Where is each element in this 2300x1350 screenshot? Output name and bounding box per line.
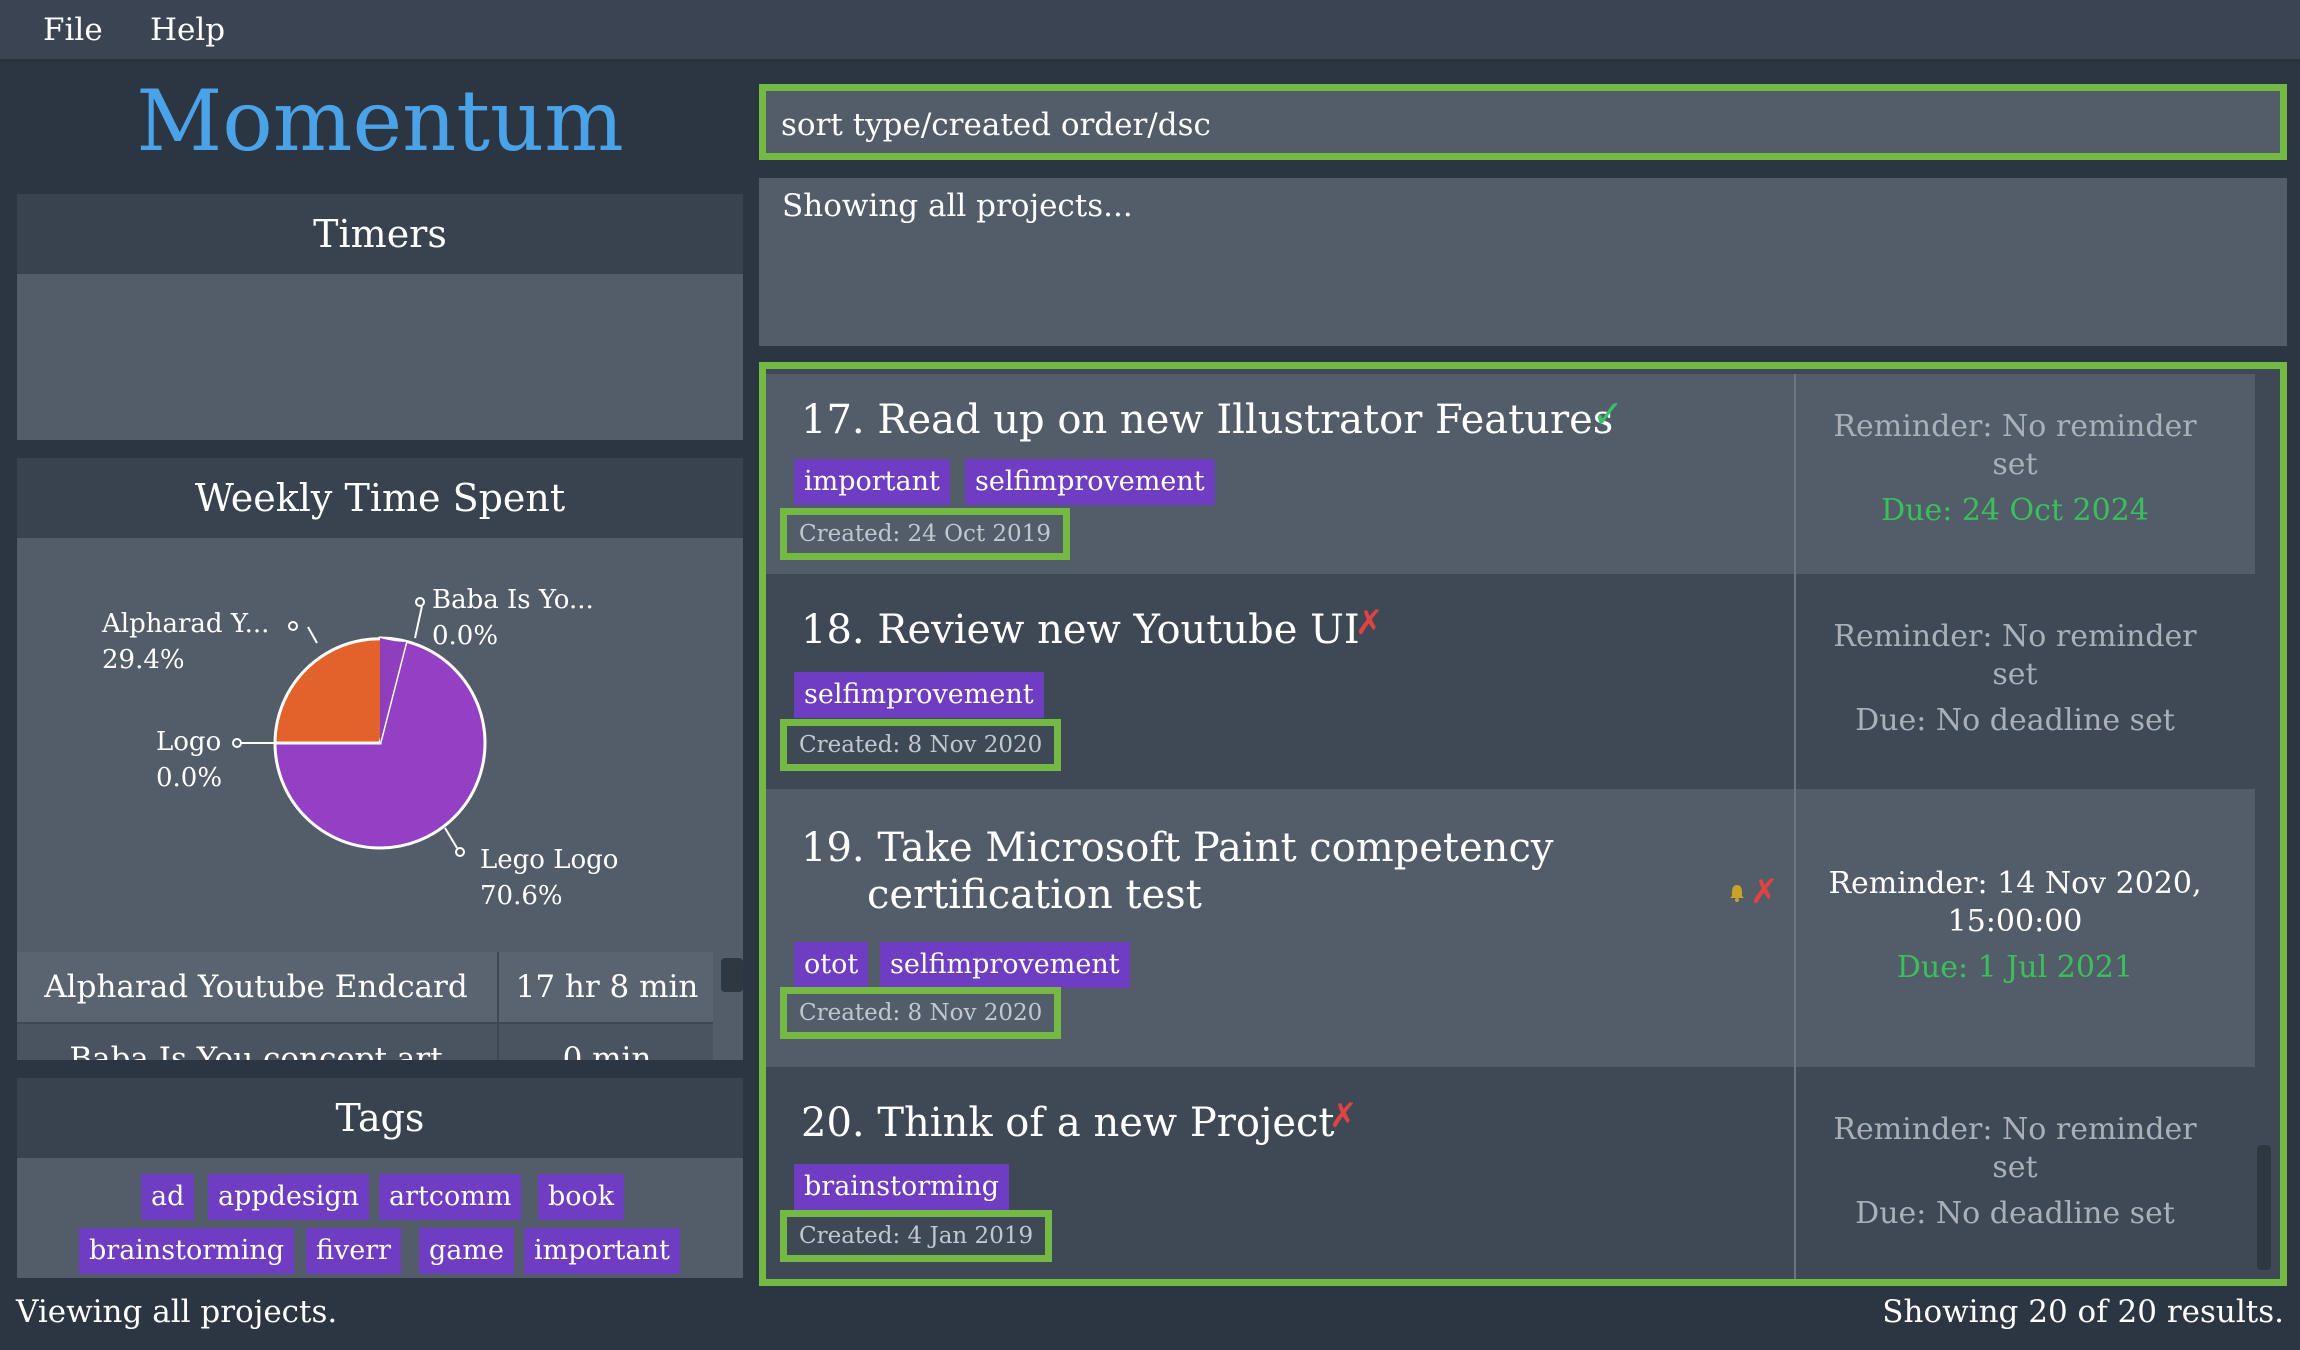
project-card[interactable]: 20. Think of a new Project ✗ brainstormi… bbox=[766, 1067, 2262, 1279]
table-cell-time: 0 min bbox=[497, 1024, 715, 1060]
result-display: Showing all projects... bbox=[759, 178, 2287, 346]
pie-label-alpharad: Alpharad Y... 29.4% bbox=[102, 606, 269, 678]
tag-important[interactable]: important bbox=[524, 1228, 680, 1274]
reminder-text-cont: 15:00:00 bbox=[1947, 904, 2083, 939]
project-tag[interactable]: important bbox=[794, 459, 950, 505]
project-title: 19. Take Microsoft Paint competency bbox=[801, 825, 1554, 871]
tags-panel: ad appdesign artcomm book brainstorming … bbox=[17, 1158, 743, 1278]
reminder-text-cont: set bbox=[1992, 657, 2038, 692]
reminder-text: Reminder: No reminder bbox=[1833, 409, 2197, 444]
tag-ad[interactable]: ad bbox=[141, 1174, 195, 1220]
project-list-scrollbar[interactable] bbox=[2255, 374, 2273, 1274]
due-date: Due: No deadline set bbox=[1855, 1196, 2175, 1231]
due-date: Due: 1 Jul 2021 bbox=[1896, 950, 2134, 985]
weekly-pie-chart bbox=[232, 597, 487, 857]
table-cell-project: Alpharad Youtube Endcard bbox=[44, 969, 468, 1005]
command-input[interactable]: sort type/created order/dsc bbox=[759, 84, 2287, 160]
tag-brainstorming[interactable]: brainstorming bbox=[79, 1228, 295, 1274]
project-title: 20. Think of a new Project bbox=[801, 1100, 1335, 1146]
due-date: Due: 24 Oct 2024 bbox=[1881, 493, 2149, 528]
incomplete-cross-icon: ✗ bbox=[1355, 603, 1384, 643]
project-list[interactable]: 17. Read up on new Illustrator Features … bbox=[759, 362, 2287, 1286]
tag-appdesign[interactable]: appdesign bbox=[208, 1174, 370, 1220]
table-row[interactable]: Baba Is You concept art 0 min bbox=[17, 1024, 713, 1060]
pie-label-lego-logo: Lego Logo 70.6% bbox=[480, 842, 618, 914]
reminder-text: Reminder: No reminder bbox=[1833, 1112, 2197, 1147]
reminder-text-cont: set bbox=[1992, 1150, 2038, 1185]
created-date: Created: 8 Nov 2020 bbox=[780, 987, 1062, 1039]
pie-label-baba: Baba Is Yo... 0.0% bbox=[432, 582, 594, 654]
reminder-text: Reminder: 14 Nov 2020, bbox=[1828, 866, 2202, 901]
timers-panel bbox=[17, 274, 743, 440]
project-deadline-panel: Reminder: No reminder set Due: 24 Oct 20… bbox=[1794, 374, 2234, 574]
completed-check-icon: ✓ bbox=[1592, 392, 1624, 436]
pie-label-logo: Logo 0.0% bbox=[156, 724, 222, 796]
menu-file[interactable]: File bbox=[43, 12, 103, 48]
table-cell-time: 17 hr 8 min bbox=[497, 952, 715, 1022]
incomplete-cross-icon: ✗ bbox=[1329, 1096, 1358, 1136]
bell-icon bbox=[1730, 885, 1744, 902]
table-scrollbar-thumb[interactable] bbox=[721, 958, 743, 992]
created-date: Created: 4 Jan 2019 bbox=[780, 1210, 1053, 1262]
status-text-left: Viewing all projects. bbox=[16, 1294, 338, 1330]
tag-artcomm[interactable]: artcomm bbox=[379, 1174, 522, 1220]
project-tag[interactable]: selfimprovement bbox=[794, 672, 1044, 718]
pie-label-alpharad-name: Alpharad Y... bbox=[102, 609, 270, 639]
created-date: Created: 24 Oct 2019 bbox=[780, 508, 1070, 560]
weekly-chart-area: Alpharad Y... 29.4% Baba Is Yo... 0.0% L… bbox=[17, 538, 743, 952]
tag-game[interactable]: game bbox=[419, 1228, 514, 1274]
table-scrollbar[interactable] bbox=[713, 952, 743, 1060]
table-cell-project: Baba Is You concept art bbox=[69, 1041, 443, 1060]
project-tag[interactable]: brainstorming bbox=[794, 1164, 1010, 1210]
project-title: 18. Review new Youtube UI bbox=[801, 607, 1360, 653]
weekly-header: Weekly Time Spent bbox=[17, 458, 743, 538]
project-title-cont: certification test bbox=[867, 872, 1202, 918]
weekly-time-table[interactable]: Alpharad Youtube Endcard 17 hr 8 min Bab… bbox=[17, 952, 743, 1060]
project-title: 17. Read up on new Illustrator Features bbox=[801, 397, 1614, 443]
project-card[interactable]: 17. Read up on new Illustrator Features … bbox=[766, 374, 2262, 574]
pie-label-logo-name: Logo bbox=[156, 727, 222, 757]
table-row[interactable]: Alpharad Youtube Endcard 17 hr 8 min bbox=[17, 952, 713, 1024]
pie-label-baba-name: Baba Is Yo... bbox=[432, 585, 594, 615]
incomplete-cross-icon: ✗ bbox=[1750, 872, 1779, 912]
project-tag[interactable]: selfimprovement bbox=[965, 459, 1215, 505]
project-card[interactable]: 18. Review new Youtube UI ✗ selfimprovem… bbox=[766, 574, 2262, 789]
reminder-text: Reminder: No reminder bbox=[1833, 619, 2197, 654]
pie-label-baba-pct: 0.0% bbox=[432, 621, 499, 651]
created-date: Created: 8 Nov 2020 bbox=[780, 719, 1062, 771]
project-deadline-panel: Reminder: No reminder set Due: No deadli… bbox=[1794, 574, 2234, 789]
tags-header: Tags bbox=[17, 1078, 743, 1158]
project-tag[interactable]: selfimprovement bbox=[880, 942, 1130, 988]
project-list-scrollbar-thumb[interactable] bbox=[2257, 1145, 2271, 1270]
due-date: Due: No deadline set bbox=[1855, 703, 2175, 738]
app-title: Momentum bbox=[136, 72, 624, 170]
menu-bar: File Help bbox=[0, 0, 2300, 62]
project-tag[interactable]: otot bbox=[794, 942, 869, 988]
tag-book[interactable]: book bbox=[538, 1174, 625, 1220]
pie-label-lego-logo-name: Lego Logo bbox=[480, 845, 619, 875]
pie-label-alpharad-pct: 29.4% bbox=[102, 645, 185, 675]
reminder-text-cont: set bbox=[1992, 447, 2038, 482]
status-text-right: Showing 20 of 20 results. bbox=[1882, 1294, 2284, 1330]
pie-label-logo-pct: 0.0% bbox=[156, 763, 223, 793]
project-deadline-panel: Reminder: No reminder set Due: No deadli… bbox=[1794, 1067, 2234, 1279]
tag-fiverr[interactable]: fiverr bbox=[306, 1228, 402, 1274]
pie-label-lego-logo-pct: 70.6% bbox=[480, 881, 563, 911]
timers-header: Timers bbox=[17, 194, 743, 274]
project-card[interactable]: 19. Take Microsoft Paint competency cert… bbox=[766, 789, 2262, 1067]
project-deadline-panel: Reminder: 14 Nov 2020, 15:00:00 Due: 1 J… bbox=[1794, 789, 2234, 1067]
menu-help[interactable]: Help bbox=[150, 12, 225, 48]
